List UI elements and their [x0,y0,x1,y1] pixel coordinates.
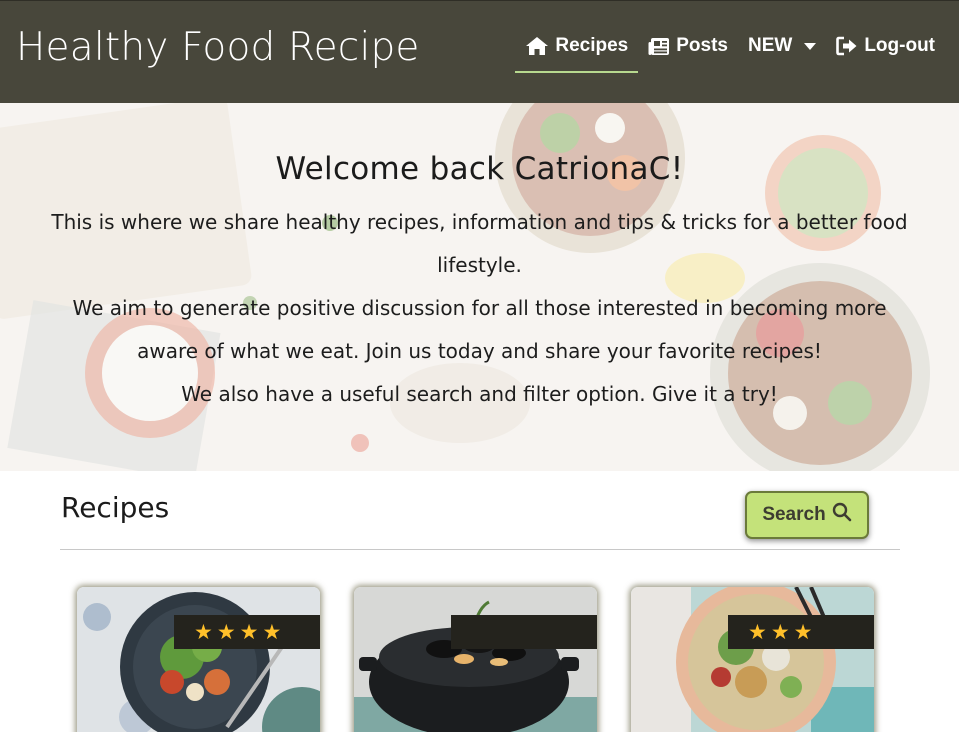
star-icon: ★ [239,619,259,644]
recipes-section-title: Recipes [61,491,170,524]
hero-title: Welcome back CatrionaC! [275,151,684,187]
star-icon: ★ [216,619,236,644]
sign-out-icon [836,36,858,56]
mussels-pot-photo [354,587,597,732]
nav-new-dropdown[interactable]: NEW [738,31,826,61]
star-icon: ★ [262,619,282,644]
star-icon: ★ [194,619,213,644]
rating-bar: ★ ★ ★ ★ [174,615,320,649]
star-icon: ★ [748,619,767,644]
nav-posts[interactable]: Posts [638,31,738,61]
hero-content: Welcome back CatrionaC! This is where we… [0,103,959,416]
brand-logo[interactable]: Healthy Food Recipe [16,25,420,70]
recipe-card[interactable] [354,587,597,732]
hero-banner: Welcome back CatrionaC! This is where we… [0,103,959,471]
star-icon: ★ [770,619,790,644]
nav-recipes-label: Recipes [555,35,629,56]
recipe-card[interactable]: ★ ★ ★ [631,587,874,732]
newspaper-icon [648,37,670,56]
nav-logout-label: Log-out [864,35,935,56]
star-icon: ★ [793,619,813,644]
search-button-label: Search [762,504,826,525]
rating-bar [451,615,597,649]
nav-new-label: NEW [747,35,793,56]
home-icon [525,36,549,56]
nav-logout[interactable]: Log-out [826,31,945,61]
navbar: Healthy Food Recipe Recipes Posts NEW Lo… [0,0,959,103]
rating-bar: ★ ★ ★ [728,615,874,649]
salad-plate-photo [77,587,320,732]
search-icon [832,502,852,528]
chickpea-salad-bowl-photo [631,587,874,732]
search-button[interactable]: Search [745,491,869,539]
recipe-card[interactable]: ★ ★ ★ ★ [77,587,320,732]
hero-description-1: This is where we share healthy recipes, … [51,210,908,277]
nav-recipes[interactable]: Recipes [515,31,639,73]
caret-down-icon [804,42,817,50]
hero-description-2: We aim to generate positive discussion f… [72,296,887,363]
hero-description-3: We also have a useful search and filter … [181,382,778,406]
section-divider [60,549,900,550]
nav-posts-label: Posts [676,35,728,56]
main-nav: Recipes Posts NEW Log-out [515,31,945,73]
